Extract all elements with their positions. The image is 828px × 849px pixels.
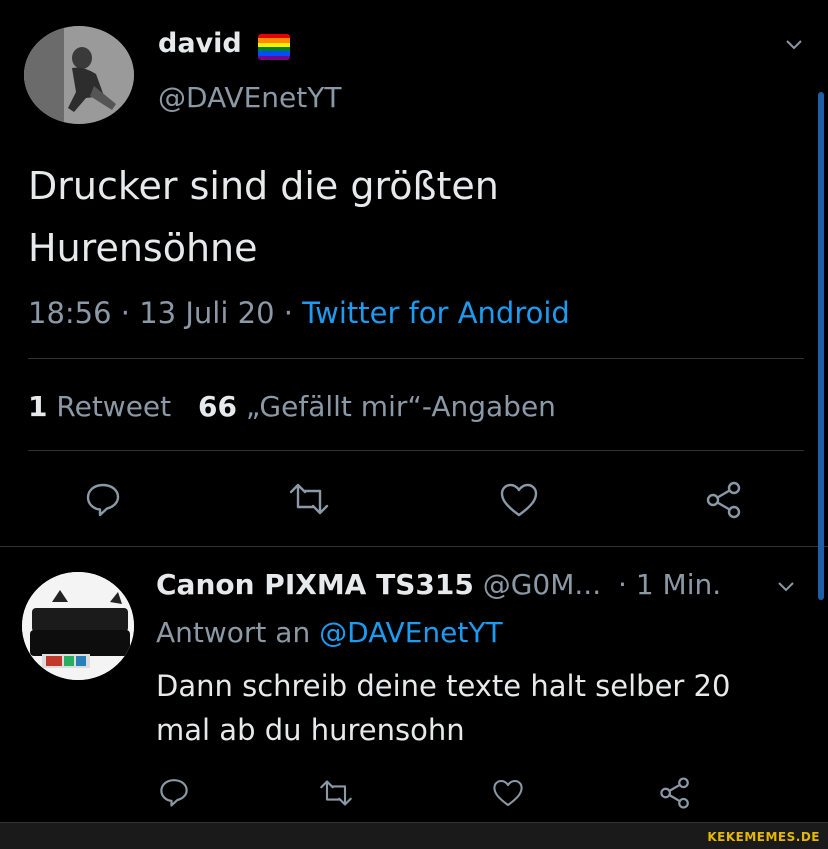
divider [28,358,804,359]
reply-text-line1: Dann schreib deine texte halt selber 20 [156,669,731,703]
reply-to-line: Antwort an @DAVEnetYT [156,614,503,652]
reply-icon[interactable] [84,480,122,518]
reply-display-name[interactable]: Canon PIXMA TS315 [156,568,474,601]
like-label: „Gefällt mir“-Angaben [245,390,556,423]
retweet-icon[interactable] [287,481,331,517]
tweet-text-line1: Drucker sind die größten [28,164,499,208]
retweet-count: 1 [28,390,48,423]
like-icon[interactable] [499,482,539,518]
share-icon[interactable] [704,480,744,520]
reply-handle[interactable]: @G0M... [483,568,601,601]
avatar-canon[interactable] [22,572,134,680]
scrollbar[interactable] [818,92,824,600]
divider [0,546,828,547]
avatar-photo [24,26,134,124]
chevron-down-icon[interactable] [784,38,804,52]
rainbow-flag-icon [258,34,290,60]
tweet-display-name[interactable]: david [158,26,242,62]
reply-text-line2: mal ab du hurensohn [156,713,465,747]
like-stat[interactable]: 66 „Gefällt mir“-Angaben [198,390,556,423]
reply-header: Canon PIXMA TS315 @G0M... · 1 Min. [156,566,721,604]
reply-to-prefix: Antwort an [156,616,311,649]
printer-photo [22,572,134,680]
reply-icon[interactable] [158,776,190,808]
tweet-time: 18:56 [28,296,112,330]
like-count: 66 [198,390,237,423]
tweet-stats: 1 Retweet 66 „Gefällt mir“-Angaben [28,388,556,426]
retweet-label: Retweet [56,390,172,423]
tweet-meta: 18:56 · 13 Juli 20 · Twitter for Android [28,294,570,332]
reply-to-handle[interactable]: @DAVEnetYT [319,616,502,649]
meta-separator: · [283,296,293,330]
like-icon[interactable] [492,778,524,808]
watermark: KEKEMEMES.DE [707,830,820,844]
divider [28,450,804,451]
bottom-bar [0,822,828,849]
tweet-source-link[interactable]: Twitter for Android [302,296,570,330]
reply-time: 1 Min. [635,568,722,601]
meta-separator: · [120,296,131,330]
tweet-date: 13 Juli 20 [139,296,275,330]
tweet-handle[interactable]: @DAVEnetYT [158,80,341,116]
retweet-stat[interactable]: 1 Retweet [28,390,180,423]
avatar-david[interactable] [24,26,134,124]
tweet-text-line2: Hurensöhne [28,226,258,270]
reply-separator: · [618,568,627,601]
chevron-down-icon[interactable] [776,580,796,594]
share-icon[interactable] [658,776,692,810]
retweet-icon[interactable] [318,778,354,808]
